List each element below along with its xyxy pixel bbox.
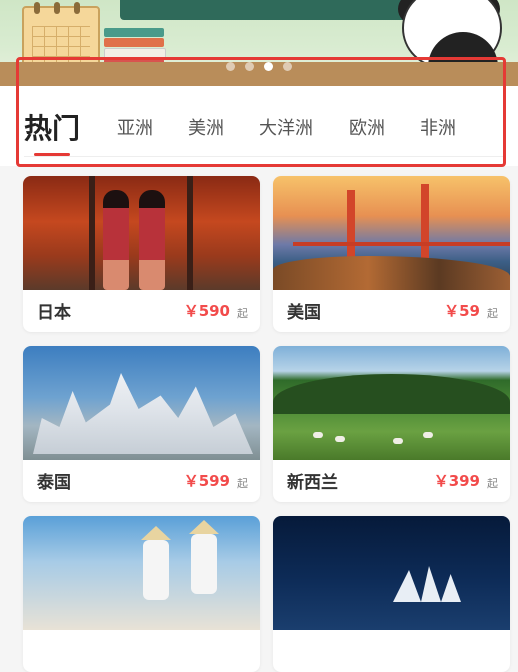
destination-name: 泰国: [37, 473, 71, 493]
tab-asia[interactable]: 亚洲: [117, 116, 153, 142]
sheep: [313, 432, 323, 438]
tabs-divider: [24, 156, 504, 157]
tab-oceania[interactable]: 大洋洲: [259, 116, 313, 142]
sheep: [393, 438, 403, 444]
carousel-dot-active[interactable]: [264, 62, 273, 71]
destination-image: [23, 176, 260, 290]
destination-image: [23, 346, 260, 460]
destination-image: [23, 516, 260, 630]
destination-card-australia[interactable]: [273, 516, 510, 672]
figure: [139, 190, 165, 290]
calendar-ring: [54, 2, 60, 14]
destination-image: [273, 516, 510, 630]
destination-card-usa[interactable]: 美国 ￥59 起: [273, 176, 510, 332]
destination-name: 美国: [287, 303, 321, 323]
destination-card-japan[interactable]: 日本 ￥590 起: [23, 176, 260, 332]
destination-price: ￥59: [444, 302, 480, 320]
carousel-dot[interactable]: [226, 62, 235, 71]
calendar-ring: [74, 2, 80, 14]
price-suffix: 起: [237, 307, 248, 320]
calendar-ring: [34, 2, 40, 14]
book: [104, 38, 164, 47]
destination-card-vietnam[interactable]: [23, 516, 260, 672]
bridge-tower: [421, 184, 429, 260]
conical-hat: [141, 526, 171, 540]
bridge-tower: [347, 190, 355, 260]
bridge-deck: [293, 242, 510, 246]
book: [104, 48, 166, 59]
destination-image: [273, 346, 510, 460]
destination-price: ￥590: [183, 302, 230, 320]
destination-card-new-zealand[interactable]: 新西兰 ￥399 起: [273, 346, 510, 502]
carousel-dot[interactable]: [245, 62, 254, 71]
carousel-dot[interactable]: [283, 62, 292, 71]
destination-name: 新西兰: [287, 473, 338, 493]
price-suffix: 起: [487, 477, 498, 490]
tab-europe[interactable]: 欧洲: [349, 116, 385, 142]
destination-name: 日本: [37, 303, 71, 323]
figure: [143, 540, 169, 600]
tab-africa[interactable]: 非洲: [420, 116, 456, 142]
conical-hat: [189, 520, 219, 534]
figure: [103, 190, 129, 290]
sheep: [423, 432, 433, 438]
destination-card-thailand[interactable]: 泰国 ￥599 起: [23, 346, 260, 502]
tab-hot[interactable]: 热门: [24, 110, 80, 148]
figure: [191, 534, 217, 594]
promo-banner[interactable]: [0, 0, 518, 86]
tab-americas[interactable]: 美洲: [188, 116, 224, 142]
price-suffix: 起: [487, 307, 498, 320]
destination-price: ￥399: [433, 472, 480, 490]
carousel-indicators: [0, 62, 518, 71]
price-suffix: 起: [237, 477, 248, 490]
shore-rocks: [273, 256, 510, 290]
white-temple: [33, 373, 253, 454]
book: [104, 28, 164, 37]
destination-image: [273, 176, 510, 290]
destination-price: ￥599: [183, 472, 230, 490]
hill: [273, 374, 510, 414]
sheep: [335, 436, 345, 442]
opera-house: [393, 566, 461, 602]
